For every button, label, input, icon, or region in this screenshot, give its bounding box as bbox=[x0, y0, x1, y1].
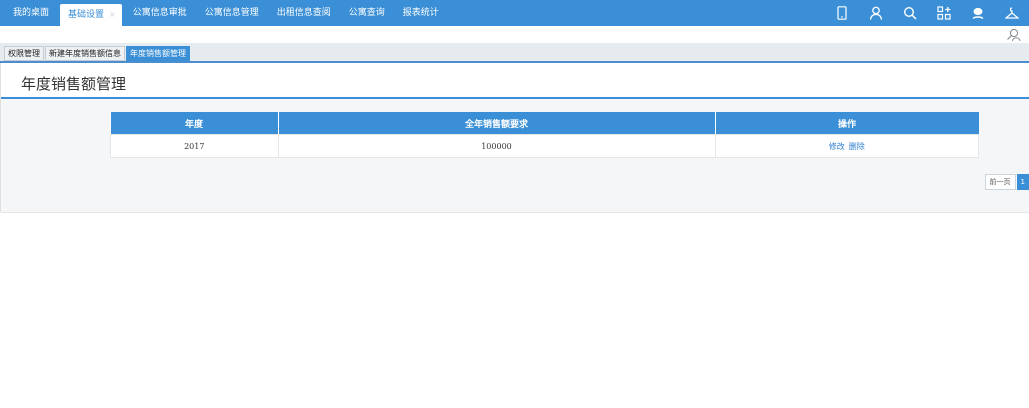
nav-label: 公寓信息审批 bbox=[132, 8, 187, 18]
page-title: 年度销售额管理 bbox=[21, 75, 127, 93]
edit-link[interactable]: 修改 bbox=[829, 142, 845, 151]
phone-icon[interactable] bbox=[825, 0, 859, 26]
nav-label: 公寓查询 bbox=[348, 8, 385, 18]
column-header-actions: 操作 bbox=[715, 112, 979, 135]
apps-icon[interactable] bbox=[927, 0, 961, 26]
close-tab-icon[interactable]: × bbox=[109, 10, 116, 19]
column-header-amount: 全年销售额要求 bbox=[278, 112, 716, 135]
table-row: 2017 100000 修改 删除 bbox=[110, 134, 979, 158]
column-header-year: 年度 bbox=[110, 112, 279, 135]
delete-link[interactable]: 删除 bbox=[849, 142, 865, 151]
hanger-icon[interactable] bbox=[995, 0, 1029, 26]
pagination: 前一页 1 bbox=[984, 174, 1029, 190]
nav-apartment-approval[interactable]: 公寓信息审批 bbox=[126, 0, 194, 26]
user-icon[interactable] bbox=[859, 0, 893, 26]
nav-label: 出租信息查阅 bbox=[276, 8, 331, 18]
tab-permission-management[interactable]: 权限管理 bbox=[4, 46, 44, 61]
content-panel: 年度销售额管理 年度 全年销售额要求 操作 2017 100000 修改删除 bbox=[0, 63, 1029, 213]
panel-header: 年度销售额管理 bbox=[1, 63, 1029, 99]
nav-rental-info[interactable]: 出租信息查阅 bbox=[270, 0, 338, 26]
nav-my-desktop[interactable]: 我的桌面 bbox=[6, 0, 56, 26]
sub-tab-bar: 权限管理 新建年度销售额信息 年度销售额管理 bbox=[0, 43, 1029, 63]
top-navigation-bar: 我的桌面 基础设置 × 公寓信息审批 公寓信息管理 出租信息查阅 公寓查询 报表统… bbox=[0, 0, 1029, 26]
prev-page-button[interactable]: 前一页 bbox=[984, 174, 1016, 190]
main-nav: 我的桌面 基础设置 × 公寓信息审批 公寓信息管理 出租信息查阅 公寓查询 报表统… bbox=[6, 0, 450, 26]
tab-new-annual-sales[interactable]: 新建年度销售额信息 bbox=[45, 46, 125, 61]
sub-tabs: 权限管理 新建年度销售额信息 年度销售额管理 bbox=[4, 46, 191, 61]
search-icon[interactable] bbox=[893, 0, 927, 26]
cell-amount: 100000 bbox=[277, 134, 716, 158]
sales-table: 年度 全年销售额要求 操作 2017 100000 修改 删除 bbox=[110, 112, 979, 158]
nav-apartment-management[interactable]: 公寓信息管理 bbox=[198, 0, 266, 26]
nav-label: 我的桌面 bbox=[13, 8, 50, 18]
top-icon-group bbox=[825, 0, 1029, 26]
table-header-row: 年度 全年销售额要求 操作 bbox=[110, 112, 979, 135]
nav-label: 基础设置 bbox=[68, 10, 105, 20]
utility-strip bbox=[0, 26, 1029, 43]
panel-body: 年度 全年销售额要求 操作 2017 100000 修改 删除 bbox=[1, 99, 1029, 213]
cell-year: 2017 bbox=[110, 134, 279, 158]
tab-annual-sales-management[interactable]: 年度销售额管理 bbox=[126, 46, 190, 61]
nav-label: 公寓信息管理 bbox=[204, 8, 259, 18]
search-person-icon[interactable] bbox=[1005, 27, 1021, 42]
nav-label: 报表统计 bbox=[402, 8, 439, 18]
page-number-button[interactable]: 1 bbox=[1016, 174, 1029, 190]
nav-basic-settings[interactable]: 基础设置 × bbox=[60, 4, 122, 26]
nav-reports[interactable]: 报表统计 bbox=[396, 0, 446, 26]
nav-apartment-query[interactable]: 公寓查询 bbox=[342, 0, 392, 26]
chat-icon[interactable] bbox=[961, 0, 995, 26]
cell-actions: 修改 删除 bbox=[714, 134, 979, 158]
